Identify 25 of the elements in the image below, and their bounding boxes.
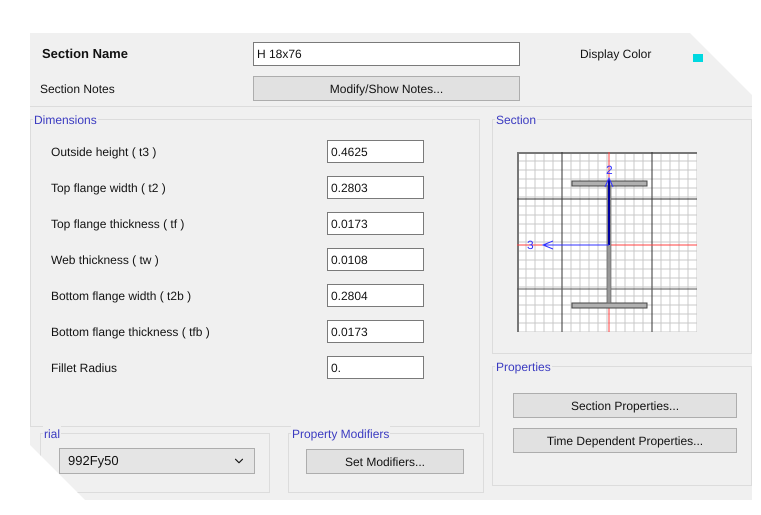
section-notes-label: Section Notes xyxy=(40,80,116,98)
display-color-label: Display Color xyxy=(580,46,652,63)
dimension-field[interactable]: 0.0108 xyxy=(327,248,424,271)
display-color-swatch[interactable] xyxy=(693,54,704,62)
dimension-field[interactable]: 0.2804 xyxy=(327,284,424,307)
dimension-field[interactable]: 0.0173 xyxy=(327,212,424,235)
dimension-label: Bottom flange width ( t2b ) xyxy=(51,288,192,304)
dimension-label: Web thickness ( tw ) xyxy=(51,252,160,268)
section-name-label: Section Name xyxy=(42,45,129,64)
dimension-field[interactable]: 0.0173 xyxy=(327,320,424,343)
properties-button[interactable]: Time Dependent Properties... xyxy=(513,428,737,453)
dimension-label: Outside height ( t3 ) xyxy=(51,144,158,160)
dimension-label: Fillet Radius xyxy=(51,360,118,376)
modify-notes-button[interactable]: Modify/Show Notes... xyxy=(253,76,520,101)
dimension-label: Top flange thickness ( tf ) xyxy=(51,216,186,232)
dimension-field[interactable]: 0.4625 xyxy=(327,140,424,163)
dimension-label: Bottom flange thickness ( tfb ) xyxy=(51,324,211,340)
properties-button[interactable]: Section Properties... xyxy=(513,393,737,418)
dimension-field[interactable]: 0. xyxy=(327,356,424,379)
section-name-field[interactable]: H 18x76 xyxy=(253,42,520,66)
dimension-field[interactable]: 0.2803 xyxy=(327,176,424,199)
dimension-label: Top flange width ( t2 ) xyxy=(51,180,167,196)
set-modifiers-button[interactable]: Set Modifiers... xyxy=(306,449,464,474)
group-title: Property Modifiers xyxy=(291,425,390,443)
material-dropdown[interactable]: 992Fy50 xyxy=(59,448,255,474)
